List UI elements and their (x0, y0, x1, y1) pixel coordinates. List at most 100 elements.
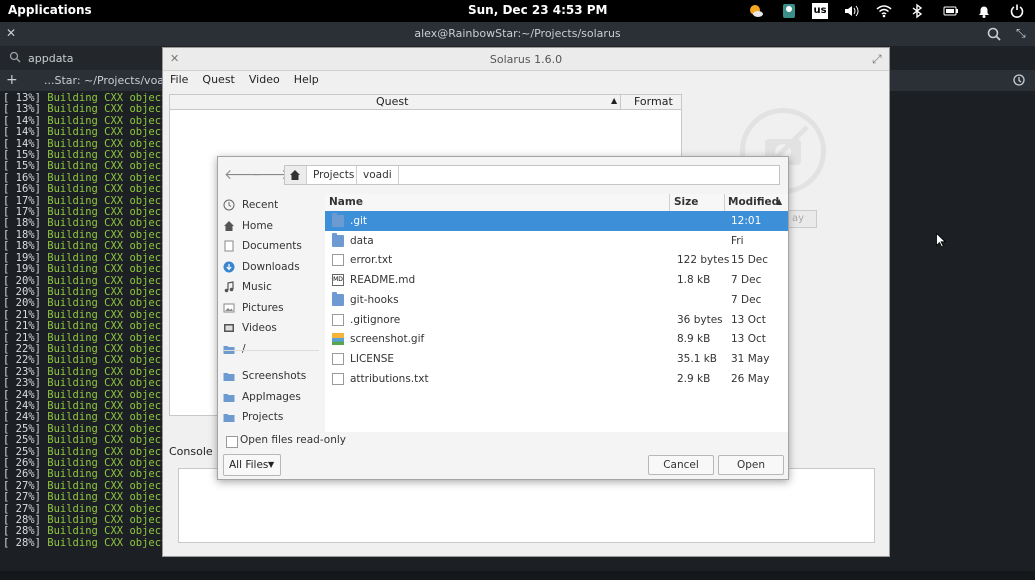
image-file-icon (332, 333, 344, 346)
power-icon[interactable] (1009, 3, 1025, 19)
place-item[interactable]: AppImages (218, 388, 325, 408)
file-filter-dropdown[interactable]: All Files ▼ (223, 454, 281, 476)
file-chooser-dialog: 🡐 🡒 Projects voadi Recent Home Documents Do… (217, 156, 789, 480)
folder-icon (332, 213, 344, 227)
build-progress: [ 27%] (3, 491, 41, 504)
place-item[interactable]: Screenshots (218, 367, 325, 387)
menu-quest[interactable]: Quest (195, 70, 241, 86)
volume-icon[interactable] (843, 3, 859, 19)
app-indicator-icon[interactable] (781, 3, 797, 19)
home-icon (290, 170, 300, 180)
open-button[interactable]: Open (718, 455, 784, 475)
terminal-search-input[interactable]: appdata (28, 52, 73, 65)
size-column-header[interactable]: Size (674, 196, 698, 208)
build-progress: [ 19%] (3, 251, 41, 264)
modified-column-header[interactable]: Modified (728, 196, 779, 208)
file-row[interactable]: error.txt 122 bytes 15 Dec (325, 250, 788, 270)
weather-icon[interactable] (748, 3, 764, 19)
wifi-icon[interactable] (876, 3, 892, 19)
back-button[interactable]: 🡐 (224, 165, 262, 185)
build-progress: [ 28%] (3, 536, 41, 549)
markdown-file-icon: MD (332, 274, 344, 287)
build-progress: [ 17%] (3, 194, 41, 207)
file-row[interactable]: .gitignore 36 bytes 13 Oct (325, 310, 788, 330)
quest-column-header[interactable]: Quest (376, 95, 408, 108)
file-name: git-hooks (350, 293, 399, 306)
battery-icon[interactable] (943, 3, 959, 19)
file-name: LICENSE (350, 352, 395, 365)
place-label: Videos (242, 322, 277, 334)
build-progress: [ 15%] (3, 160, 41, 173)
build-message: Building CXX object (47, 491, 168, 504)
place-label: Music (242, 281, 272, 293)
build-message: Building CXX object (47, 137, 168, 150)
place-item[interactable]: Pictures (218, 299, 325, 319)
build-message: Building CXX object (47, 285, 168, 298)
bluetooth-icon[interactable] (909, 3, 925, 19)
console-label: Console (169, 445, 213, 458)
forward-button[interactable]: 🡒 (252, 165, 290, 185)
file-size: 2.9 kB (677, 372, 711, 385)
notifications-icon[interactable] (976, 3, 992, 19)
read-only-checkbox[interactable] (226, 436, 238, 448)
file-modified: 12:01 (731, 215, 762, 227)
keyboard-layout-indicator[interactable]: us (812, 3, 828, 19)
read-only-label[interactable]: Open files read-only (240, 434, 346, 446)
path-bar: Projects voadi (284, 165, 780, 185)
new-tab-icon[interactable]: + (6, 72, 18, 88)
build-message: Building CXX object (47, 445, 168, 458)
sort-ascending-icon: ▲ (776, 197, 783, 206)
terminal-unmaximize-icon[interactable]: ⤡ (1016, 26, 1026, 41)
top-panel: Applications Sun, Dec 23 4:53 PM us (0, 0, 1035, 22)
place-item[interactable]: Documents (218, 237, 325, 257)
build-progress: [ 18%] (3, 217, 41, 230)
file-list[interactable]: Name Size Modified ▲ .git 12:01 data Fri err… (325, 194, 788, 432)
build-progress: [ 14%] (3, 126, 41, 139)
column-divider (724, 194, 725, 211)
build-message: Building CXX object (47, 479, 168, 492)
place-item[interactable]: Projects (218, 408, 325, 428)
file-row[interactable]: data Fri (325, 231, 788, 251)
applications-menu[interactable]: Applications (8, 3, 92, 17)
file-row[interactable]: .git 12:01 (325, 211, 788, 231)
build-progress: [ 24%] (3, 399, 41, 412)
file-row[interactable]: LICENSE 35.1 kB 31 May (325, 349, 788, 369)
path-home-button[interactable] (285, 166, 307, 184)
build-message: Building CXX object (47, 114, 168, 127)
terminal-titlebar: ✕ alex@RainbowStar:~/Projects/solarus ⤡ (0, 22, 1035, 46)
place-item[interactable]: Home (218, 217, 325, 237)
file-row[interactable]: attributions.txt 2.9 kB 26 May (325, 369, 788, 389)
menu-help[interactable]: Help (287, 70, 326, 86)
place-label: Downloads (242, 260, 300, 273)
menu-file[interactable]: File (163, 70, 195, 86)
clock[interactable]: Sun, Dec 23 4:53 PM (468, 3, 608, 17)
build-message: Building CXX object (47, 525, 168, 538)
terminal-search-icon[interactable] (986, 26, 1002, 45)
place-item[interactable]: Videos (218, 319, 325, 339)
build-progress: [ 21%] (3, 331, 41, 344)
place-label: AppImages (242, 390, 301, 403)
menu-video[interactable]: Video (242, 70, 287, 86)
place-item[interactable]: Downloads (218, 258, 325, 278)
history-icon[interactable] (1012, 73, 1026, 90)
path-crumb-voadi[interactable]: voadi (357, 166, 399, 184)
cancel-button[interactable]: Cancel (648, 455, 714, 475)
file-row[interactable]: screenshot.gif 8.9 kB 13 Oct (325, 329, 788, 349)
place-item[interactable]: Recent (218, 196, 325, 216)
folder-icon (332, 291, 344, 306)
file-filter-value: All Files (229, 459, 269, 471)
place-item[interactable]: Music (218, 278, 325, 298)
file-modified: 26 May (731, 372, 770, 385)
path-crumb-projects[interactable]: Projects (307, 166, 357, 184)
place-label: Pictures (242, 301, 284, 314)
name-column-header[interactable]: Name (329, 196, 363, 208)
solarus-maximize-icon[interactable]: ⤢ (872, 52, 882, 67)
file-row[interactable]: git-hooks 7 Dec (325, 290, 788, 310)
format-column-header[interactable]: Format (634, 95, 673, 108)
build-message: Building CXX object (47, 206, 168, 219)
terminal-tab[interactable]: ...Star: ~/Projects/voadi (44, 74, 174, 87)
build-message: Building CXX object (47, 274, 168, 287)
build-progress: [ 14%] (3, 114, 41, 127)
terminal-status-bar (0, 571, 1035, 580)
file-row[interactable]: MD README.md 1.8 kB 7 Dec (325, 270, 788, 290)
